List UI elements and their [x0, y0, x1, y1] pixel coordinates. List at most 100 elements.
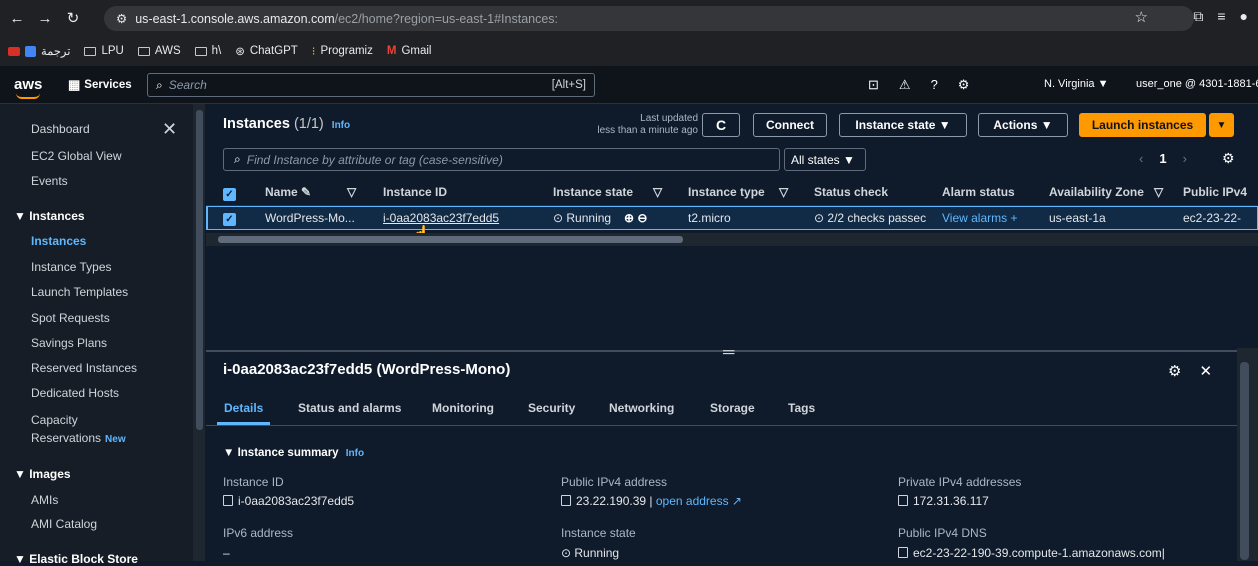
sidebar-item-dedicated-hosts[interactable]: Dedicated Hosts [31, 386, 119, 400]
sidebar-section-instances[interactable]: ▼ Instances [14, 209, 85, 223]
instance-summary-header[interactable]: ▼ Instance summary Info [223, 447, 364, 459]
row-checkbox[interactable]: ✓ [223, 211, 236, 226]
column-az-sort[interactable]: ▽ [1154, 185, 1163, 199]
connect-button[interactable]: Connect [753, 113, 827, 137]
sidebar-section-images[interactable]: ▼ Images [14, 467, 71, 481]
forward-icon[interactable]: → [34, 10, 56, 27]
address-bar[interactable]: ⚙ us-east-1.console.aws.amazon.com/ec2/h… [104, 6, 1194, 31]
details-scroll-thumb[interactable] [1240, 362, 1249, 560]
copy-icon[interactable] [898, 547, 908, 558]
row-status-check: ⊙ 2/2 checks passec [814, 211, 927, 225]
help-icon[interactable]: ? [931, 77, 938, 93]
launch-instances-button[interactable]: Launch instances [1079, 113, 1206, 137]
bookmark-gmail[interactable]: M Gmail [387, 45, 432, 57]
reading-list-icon[interactable]: ≡ [1217, 8, 1225, 25]
column-state-sort[interactable]: ▽ [653, 185, 662, 199]
sidebar-section-ebs[interactable]: ▼ Elastic Block Store [14, 552, 138, 566]
search-placeholder: Search [168, 78, 207, 92]
launch-dropdown-button[interactable]: ▼ [1209, 113, 1234, 137]
search-input[interactable]: ⌕ Search [Alt+S] [147, 73, 595, 97]
folder-icon [84, 46, 97, 56]
sidebar-item-dashboard[interactable]: Dashboard [31, 122, 90, 136]
column-alarm-status[interactable]: Alarm status [942, 185, 1015, 199]
tab-tags[interactable]: Tags [788, 401, 815, 415]
sidebar-item-spot-requests[interactable]: Spot Requests [31, 311, 110, 325]
next-page-icon[interactable]: › [1183, 151, 1187, 166]
instance-filter-input[interactable]: ⌕ Find Instance by attribute or tag (cas… [223, 148, 780, 171]
view-alarms-link[interactable]: View alarms + [942, 211, 1017, 225]
copy-icon[interactable] [223, 495, 233, 506]
column-public-ipv4[interactable]: Public IPv4 [1183, 185, 1258, 199]
reload-icon[interactable]: ↻ [62, 9, 84, 27]
profile-icon[interactable]: ● [1240, 8, 1248, 25]
page-number[interactable]: 1 [1159, 151, 1166, 166]
aws-logo[interactable]: aws [14, 76, 54, 99]
info-link[interactable]: Info [332, 120, 350, 131]
sidebar-item-amis[interactable]: AMIs [31, 493, 58, 507]
back-icon[interactable]: ← [6, 10, 28, 27]
refresh-button[interactable]: C [702, 113, 740, 137]
sidebar-item-ami-catalog[interactable]: AMI Catalog [31, 517, 97, 531]
row-zoom-icons[interactable]: ⊕ ⊖ [624, 211, 647, 225]
actions-button[interactable]: Actions ▼ [978, 113, 1068, 137]
sidebar-item-launch-templates[interactable]: Launch Templates [31, 285, 128, 299]
column-status-check[interactable]: Status check [814, 185, 888, 199]
services-menu[interactable]: ▦ Services [68, 77, 144, 93]
tab-storage[interactable]: Storage [710, 401, 755, 415]
prev-page-icon[interactable]: ‹ [1139, 151, 1143, 166]
bookmark-programiz[interactable]: ⁝ Programiz [312, 44, 373, 58]
select-all-checkbox[interactable]: ✓ [223, 186, 236, 201]
column-name[interactable]: Name ✎ [265, 185, 311, 199]
sidebar-item-events[interactable]: Events [31, 174, 68, 188]
instance-state-button[interactable]: Instance state ▼ [839, 113, 967, 137]
resize-handle-icon[interactable]: ═ [723, 344, 734, 362]
column-availability-zone[interactable]: Availability Zone [1049, 185, 1144, 199]
tab-monitoring[interactable]: Monitoring [432, 401, 494, 415]
column-instance-state[interactable]: Instance state [553, 185, 633, 199]
table-settings-icon[interactable]: ⚙ [1222, 150, 1235, 167]
column-name-sort[interactable]: ▽ [347, 185, 356, 199]
region-selector[interactable]: N. Virginia ▼ [1044, 78, 1109, 90]
bell-icon[interactable]: ⚠ [899, 77, 911, 93]
table-row[interactable]: ✓ WordPress-Mo... i-0aa2083ac23f7edd5 ⊙ … [206, 206, 1258, 230]
sidebar-item-instances[interactable]: Instances [31, 234, 86, 248]
tab-networking[interactable]: Networking [609, 401, 674, 415]
sidebar-scroll-thumb[interactable] [196, 110, 203, 430]
bookmark-h[interactable]: h\ [194, 45, 221, 57]
sidebar-item-instance-types[interactable]: Instance Types [31, 260, 112, 274]
bookmark-translate[interactable]: ترجمة [8, 44, 70, 58]
copy-icon[interactable] [561, 495, 571, 506]
close-icon[interactable]: ✕ [162, 119, 177, 140]
table-scroll-thumb[interactable] [218, 236, 683, 243]
row-state: ⊙ Running [553, 211, 612, 225]
sidebar-item-global-view[interactable]: EC2 Global View [31, 149, 122, 163]
column-instance-id[interactable]: Instance ID [383, 185, 447, 199]
settings-icon[interactable]: ⚙ [958, 77, 970, 93]
sidebar-item-capacity[interactable]: Capacity [31, 413, 78, 427]
bookmark-lpu[interactable]: LPU [84, 45, 124, 57]
tab-status-alarms[interactable]: Status and alarms [298, 401, 401, 415]
sidebar-item-savings-plans[interactable]: Savings Plans [31, 336, 107, 350]
row-instance-id-link[interactable]: i-0aa2083ac23f7edd5 [383, 211, 499, 225]
extensions-icon[interactable]: ⧉ [1193, 8, 1203, 25]
sidebar-item-reserved-instances[interactable]: Reserved Instances [31, 361, 137, 375]
state-filter-select[interactable]: All states ▼ [784, 148, 866, 171]
tab-details[interactable]: Details [224, 401, 263, 415]
info-link[interactable]: Info [346, 448, 364, 459]
sidebar-item-capacity-reservations[interactable]: Reservations New [31, 431, 126, 445]
instance-id-value[interactable]: i-0aa2083ac23f7edd5 [223, 494, 354, 508]
bookmark-aws[interactable]: AWS [137, 45, 181, 57]
open-address-link[interactable]: open address ↗ [656, 494, 742, 508]
copy-icon[interactable] [898, 495, 908, 506]
cloudshell-icon[interactable]: ⊡ [868, 77, 879, 93]
instances-title: Instances (1/1) Info [223, 116, 350, 132]
account-menu[interactable]: user_one @ 4301-1881-6 [1136, 78, 1258, 90]
column-instance-type[interactable]: Instance type [688, 185, 765, 199]
site-info-icon[interactable]: ⚙ [116, 11, 127, 26]
tab-security[interactable]: Security [528, 401, 575, 415]
bookmark-chatgpt[interactable]: ⊛ ChatGPT [235, 44, 298, 58]
detail-settings-icon[interactable]: ⚙ [1168, 362, 1181, 380]
detail-close-icon[interactable]: ✕ [1199, 362, 1212, 380]
bookmark-star-icon[interactable]: ☆ [1135, 8, 1148, 26]
column-type-sort[interactable]: ▽ [779, 185, 788, 199]
